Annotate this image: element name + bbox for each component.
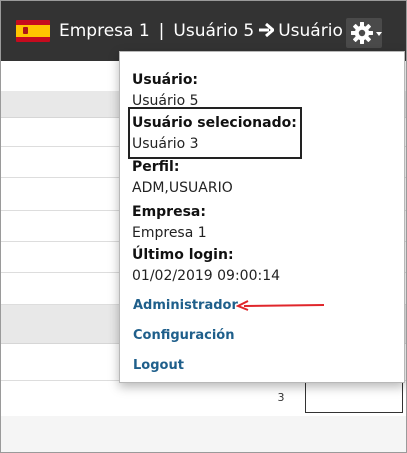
- chevron-down-icon: [376, 32, 382, 36]
- selected-user-value: Usuário 3: [132, 136, 199, 152]
- company-label: Empresa:: [132, 204, 206, 220]
- separator: |: [158, 21, 165, 41]
- arrow-right-icon: [259, 23, 275, 37]
- table-cell-value: 3: [277, 391, 285, 404]
- user-label: Usuário:: [132, 72, 199, 88]
- table-cell-input[interactable]: [305, 381, 403, 413]
- settings-menu-button[interactable]: [346, 18, 382, 48]
- session-info: Empresa 1 | Usuário 5 Usuário 3: [59, 20, 359, 42]
- company-name: Empresa 1: [59, 21, 150, 41]
- last-login-value: 01/02/2019 09:00:14: [132, 268, 281, 284]
- logout-link[interactable]: Logout: [133, 357, 184, 375]
- spain-flag-icon[interactable]: [16, 20, 50, 42]
- profile-label: Perfil:: [132, 159, 180, 175]
- annotation-arrow-icon: [236, 300, 325, 311]
- selected-user-label: Usuário selecionado:: [132, 115, 297, 131]
- admin-link[interactable]: Administrador: [133, 297, 238, 315]
- configuration-link[interactable]: Configuración: [133, 327, 234, 345]
- current-user: Usuário 5: [173, 21, 255, 41]
- company-value: Empresa 1: [132, 225, 207, 241]
- user-dropdown-menu: Usuário: Usuário 5 Usuário selecionado: …: [119, 51, 405, 383]
- page-footer-area: [1, 416, 406, 452]
- profile-value: ADM,USUARIO: [132, 180, 233, 196]
- last-login-label: Último login:: [132, 247, 234, 263]
- app-window: 3 Empresa 1 | Usuário 5 Usuário 3 Usuári…: [0, 0, 407, 453]
- gear-icon: [351, 22, 373, 44]
